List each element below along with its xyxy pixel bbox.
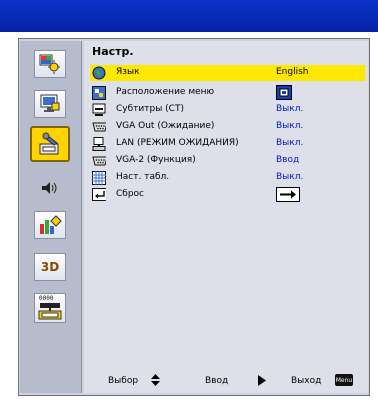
updown-arrows-icon: [150, 374, 161, 389]
speaker-icon: [42, 182, 57, 194]
sidebar-item-image[interactable]: [34, 50, 66, 78]
menu-row-menu-location[interactable]: Расположение меню: [90, 85, 365, 101]
menu-row-reset[interactable]: Сброс: [90, 187, 365, 203]
sidebar-item-display[interactable]: [34, 90, 66, 118]
lan-network-icon: 0000: [36, 295, 64, 321]
top-title-bar: [0, 0, 378, 32]
lan-icon: [92, 137, 106, 151]
menu-row-language[interactable]: Язык English: [90, 65, 365, 81]
display-settings-icon: [40, 94, 60, 112]
footer-enter-label: Ввод: [205, 376, 229, 386]
setup-icon: [39, 132, 59, 155]
menu-row-test-pattern[interactable]: Наст. табл. Выкл.: [90, 170, 365, 186]
page-title: Настр.: [92, 45, 134, 58]
footer-exit-label: Выход: [291, 376, 322, 386]
menu-key-icon: Menu: [335, 374, 353, 386]
sidebar-item-audio[interactable]: [34, 174, 66, 202]
image-settings-icon: [39, 54, 60, 74]
sidebar-item-3d[interactable]: 3D: [34, 253, 66, 281]
sidebar-item-setup[interactable]: [30, 126, 70, 162]
menu-row-vga-out[interactable]: VGA Out (Ожидание) Выкл.: [90, 119, 365, 135]
sidebar-item-options[interactable]: [34, 211, 66, 239]
options-icon: [40, 215, 62, 234]
vga2-icon: [92, 154, 106, 168]
footer-select-label: Выбор: [108, 376, 139, 386]
captions-icon: [92, 103, 106, 117]
menu-row-captions[interactable]: Субтитры (СТ) Выкл.: [90, 102, 365, 118]
right-arrow-icon: [258, 375, 266, 389]
menu-position-box-icon: [276, 85, 292, 103]
vga-icon: [92, 120, 106, 134]
globe-icon: [92, 66, 106, 80]
menu-row-lan[interactable]: LAN (РЕЖИМ ОЖИДАНИЯ) Выкл.: [90, 136, 365, 152]
three-d-label: 3D: [40, 260, 60, 274]
enter-icon: [92, 188, 106, 202]
sidebar-item-lan[interactable]: 0000: [34, 293, 66, 323]
arrow-right-box-icon[interactable]: [276, 187, 300, 205]
menu-row-vga2[interactable]: VGA-2 (Функция) Ввод: [90, 153, 365, 169]
test-pattern-icon: [92, 171, 106, 185]
menu-position-icon: [92, 86, 106, 100]
osd-sidebar: 3D 0000: [20, 41, 82, 393]
